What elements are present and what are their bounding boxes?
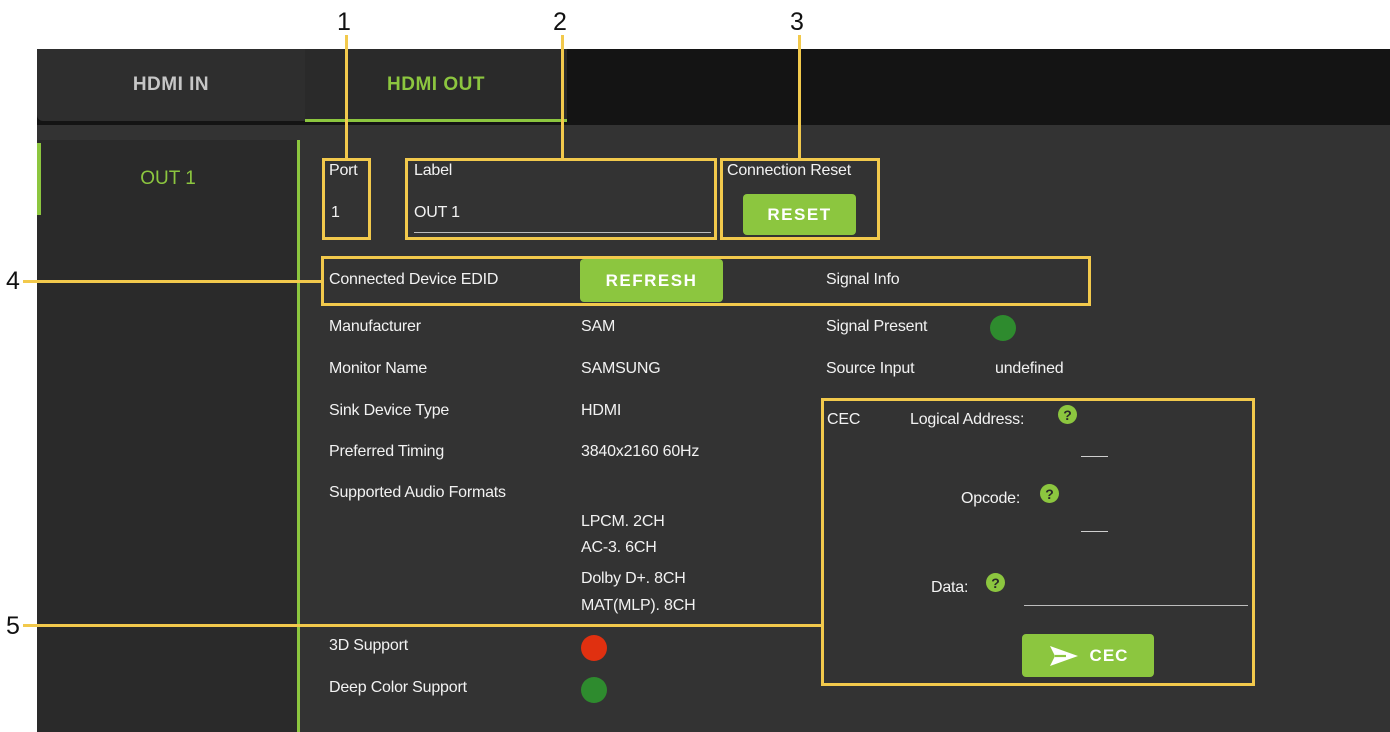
audio-format-item: Dolby D+. 8CH [581, 570, 686, 587]
deep-color-support-label: Deep Color Support [329, 679, 467, 696]
callout-5: 5 [6, 612, 20, 640]
logical-address-help-icon[interactable]: ? [1058, 405, 1077, 424]
port-label: Port [329, 162, 358, 179]
label-input-underline [414, 232, 711, 233]
annotation-leader-3 [798, 35, 801, 158]
callout-1: 1 [337, 8, 351, 36]
data-label: Data: [931, 579, 969, 596]
signal-present-label: Signal Present [826, 318, 928, 335]
logical-address-label: Logical Address: [910, 411, 1025, 428]
reset-button[interactable]: RESET [743, 194, 856, 235]
logical-address-input[interactable] [1081, 456, 1108, 457]
monitor-name-value: SAMSUNG [581, 360, 661, 377]
send-cec-label: CEC [1089, 645, 1129, 665]
sink-device-type-value: HDMI [581, 402, 622, 419]
send-cec-button[interactable]: CEC [1022, 634, 1154, 677]
signal-info-label: Signal Info [826, 271, 900, 288]
3d-support-label: 3D Support [329, 637, 408, 654]
sidebar [37, 140, 299, 732]
preferred-timing-value: 3840x2160 60Hz [581, 443, 700, 460]
signal-present-status-indicator [990, 315, 1016, 341]
edid-label: Connected Device EDID [329, 271, 499, 288]
callout-2: 2 [553, 8, 567, 36]
source-input-label: Source Input [826, 360, 915, 377]
data-input[interactable] [1024, 605, 1248, 606]
3d-support-status-indicator [581, 635, 607, 661]
sidebar-divider [297, 140, 300, 732]
audio-format-item: LPCM. 2CH [581, 513, 665, 530]
annotation-leader-4 [23, 280, 321, 283]
opcode-label: Opcode: [961, 490, 1021, 507]
tab-hdmi-in[interactable]: HDMI IN [37, 49, 305, 121]
annotation-leader-1 [345, 35, 348, 158]
opcode-help-icon[interactable]: ? [1040, 484, 1059, 503]
manufacturer-value: SAM [581, 318, 616, 335]
sidebar-item-out-1[interactable]: OUT 1 [37, 143, 299, 215]
preferred-timing-label: Preferred Timing [329, 443, 445, 460]
audio-format-item: AC-3. 6CH [581, 539, 657, 556]
port-value: 1 [331, 204, 340, 221]
manufacturer-label: Manufacturer [329, 318, 421, 335]
data-help-icon[interactable]: ? [986, 573, 1005, 592]
label-field-label: Label [414, 162, 453, 179]
connection-reset-label: Connection Reset [727, 162, 851, 179]
refresh-button[interactable]: REFRESH [580, 259, 723, 302]
annotation-leader-5 [23, 624, 821, 627]
sink-device-type-label: Sink Device Type [329, 402, 450, 419]
monitor-name-label: Monitor Name [329, 360, 428, 377]
label-input[interactable]: OUT 1 [414, 204, 460, 222]
send-icon [1049, 645, 1078, 666]
opcode-input[interactable] [1081, 531, 1108, 532]
audio-formats-label: Supported Audio Formats [329, 484, 506, 501]
callout-4: 4 [6, 267, 20, 295]
cec-label: CEC [827, 411, 861, 428]
audio-format-item: MAT(MLP). 8CH [581, 597, 696, 614]
annotation-leader-2 [561, 35, 564, 158]
source-input-value: undefined [995, 360, 1064, 377]
deep-color-status-indicator [581, 677, 607, 703]
callout-3: 3 [790, 8, 804, 36]
